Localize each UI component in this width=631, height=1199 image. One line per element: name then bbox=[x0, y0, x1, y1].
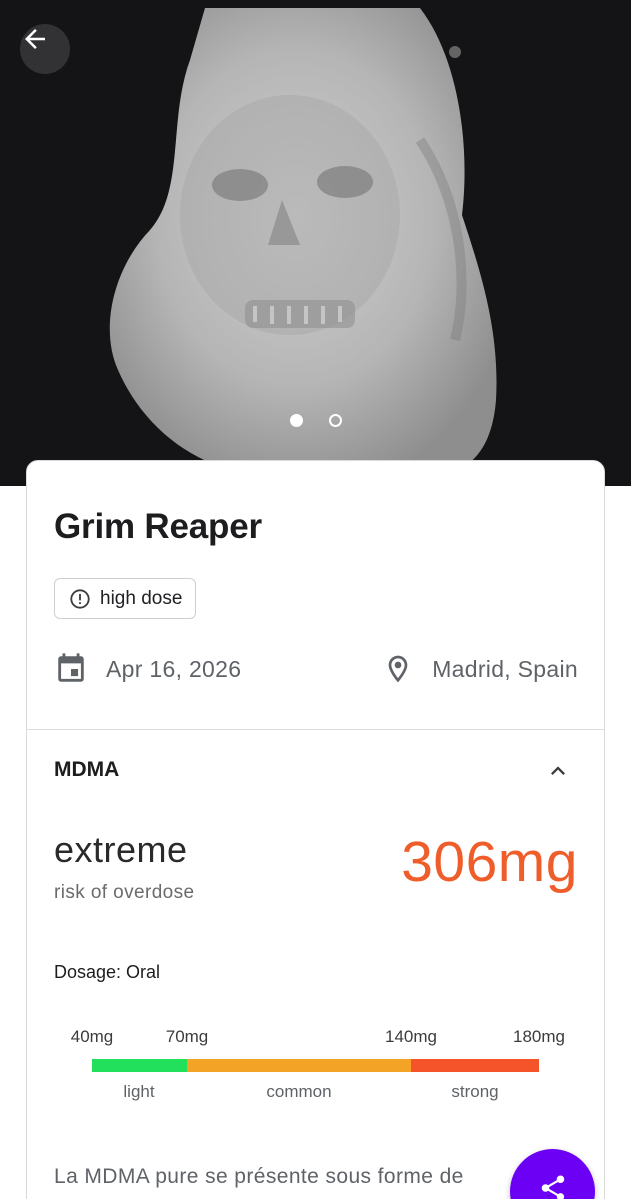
calendar-icon bbox=[58, 653, 84, 682]
substance-name: MDMA bbox=[54, 758, 120, 781]
pill-photo bbox=[0, 0, 631, 486]
section-divider bbox=[27, 729, 604, 730]
range-label-common: common bbox=[266, 1082, 332, 1101]
pill-name: Grim Reaper bbox=[54, 507, 262, 546]
dose-bar-strong bbox=[411, 1059, 539, 1072]
carousel-dot-1[interactable] bbox=[289, 414, 303, 427]
test-location: Madrid, Spain bbox=[382, 652, 578, 686]
range-label-light: light bbox=[123, 1082, 155, 1101]
range-label-strong: strong bbox=[451, 1082, 499, 1101]
carousel-dot-2[interactable] bbox=[328, 414, 342, 427]
test-date: Apr 16, 2026 bbox=[54, 652, 241, 686]
back-button[interactable] bbox=[20, 24, 70, 74]
arrow-back-icon bbox=[25, 29, 45, 49]
dosage-route: Dosage: Oral bbox=[54, 962, 161, 982]
dose-amount: 306mg bbox=[401, 830, 578, 894]
high-dose-badge: high dose bbox=[54, 578, 197, 619]
location-value: Madrid, Spain bbox=[432, 655, 578, 682]
dose-tick-140: 140mg bbox=[385, 1027, 437, 1046]
dose-tick-180: 180mg bbox=[513, 1027, 565, 1046]
badge-label: high dose bbox=[100, 587, 183, 609]
dose-tick-70: 70mg bbox=[165, 1027, 209, 1046]
collapse-toggle[interactable] bbox=[544, 757, 572, 790]
risk-level: extreme bbox=[54, 829, 188, 870]
risk-label: risk of overdose bbox=[54, 882, 195, 903]
dose-tick-40: 40mg bbox=[70, 1027, 114, 1046]
date-value: Apr 16, 2026 bbox=[106, 655, 242, 682]
alert-circle-icon bbox=[70, 588, 90, 609]
location-pin-icon bbox=[388, 655, 408, 683]
share-icon bbox=[541, 1175, 564, 1199]
dose-bar-common bbox=[187, 1059, 411, 1072]
pill-detail-card: Grim Reaper high dose Apr 16, 2026 Madri… bbox=[26, 460, 605, 1199]
dose-bar-light bbox=[92, 1059, 187, 1072]
carousel-indicator bbox=[0, 414, 631, 427]
chevron-up-icon bbox=[551, 766, 565, 775]
